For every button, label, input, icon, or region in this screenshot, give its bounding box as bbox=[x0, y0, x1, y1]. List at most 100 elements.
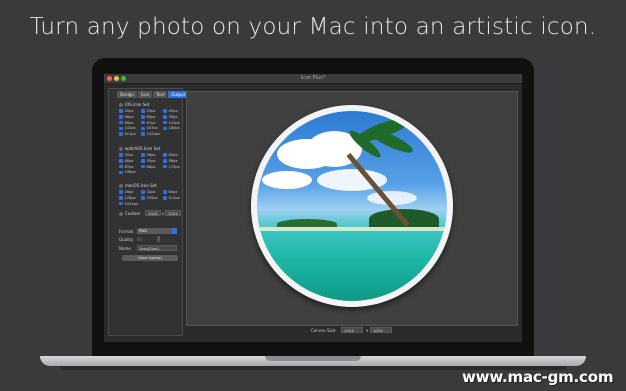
size-label: 120px bbox=[168, 120, 180, 125]
checkmark-icon bbox=[141, 159, 145, 163]
size-checkbox[interactable]: 87px bbox=[141, 121, 155, 125]
window-title: Icon Plus* bbox=[300, 75, 326, 81]
checkmark-icon bbox=[141, 115, 145, 119]
ios-group[interactable]: iOS Icon Set bbox=[119, 102, 149, 107]
custom-height-field[interactable]: 1024 bbox=[165, 210, 181, 216]
size-checkbox[interactable]: 196px bbox=[119, 170, 136, 174]
size-label: 256px bbox=[146, 195, 158, 200]
checkmark-icon bbox=[119, 109, 123, 113]
size-label: 16px bbox=[124, 190, 134, 194]
size-checkbox[interactable]: 512px bbox=[119, 132, 136, 136]
size-label: 87px bbox=[146, 120, 156, 125]
checkmark-icon bbox=[119, 196, 123, 200]
size-checkbox[interactable]: 20px bbox=[119, 109, 133, 113]
canvas-x-label: x bbox=[366, 328, 369, 333]
canvas-area[interactable] bbox=[186, 91, 518, 326]
canvas-size-label: Canvas Size: bbox=[311, 328, 337, 333]
format-label: Format bbox=[119, 229, 134, 234]
checkmark-icon bbox=[163, 190, 167, 194]
size-checkbox[interactable]: 58px bbox=[163, 159, 177, 163]
size-checkbox[interactable]: 180px bbox=[163, 126, 180, 130]
radio-icon bbox=[119, 103, 123, 107]
headline: Turn any photo on your Mac into an artis… bbox=[29, 14, 597, 40]
size-checkbox[interactable]: 512px bbox=[163, 196, 180, 200]
size-checkbox[interactable]: 128px bbox=[119, 196, 136, 200]
size-label: 180px bbox=[168, 126, 180, 131]
size-checkbox[interactable]: 80px bbox=[119, 121, 133, 125]
size-label: 32px bbox=[124, 153, 134, 157]
size-checkbox[interactable]: 55px bbox=[141, 159, 155, 163]
checkmark-icon bbox=[141, 196, 145, 200]
size-label: 60px bbox=[146, 114, 156, 119]
size-checkbox[interactable]: 1024px bbox=[141, 132, 160, 136]
size-checkbox[interactable]: 76px bbox=[163, 115, 177, 119]
size-checkbox[interactable]: 36px bbox=[141, 153, 155, 157]
quality-stepper[interactable] bbox=[157, 236, 160, 242]
size-checkbox[interactable]: 167px bbox=[141, 126, 158, 130]
size-checkbox[interactable]: 32px bbox=[141, 190, 155, 194]
checkmark-icon bbox=[119, 201, 123, 206]
canvas-height-field[interactable]: 1024 bbox=[370, 327, 392, 333]
save-icons-button[interactable]: Save Icon(s) bbox=[122, 255, 178, 261]
size-checkbox[interactable]: 87px bbox=[119, 165, 133, 169]
size-label: 76px bbox=[168, 114, 178, 119]
checkmark-icon bbox=[119, 190, 123, 194]
size-checkbox[interactable]: 256px bbox=[141, 196, 158, 200]
size-checkbox[interactable]: 16px bbox=[119, 190, 133, 194]
size-label: 29px bbox=[146, 109, 156, 113]
size-checkbox[interactable]: 88px bbox=[141, 165, 155, 169]
checkmark-icon bbox=[119, 115, 123, 119]
checkmark-icon bbox=[163, 126, 167, 131]
tab-design[interactable]: Design bbox=[117, 91, 138, 98]
checkmark-icon bbox=[119, 164, 123, 169]
size-checkbox[interactable]: 32px bbox=[119, 153, 133, 157]
size-checkbox[interactable]: 152px bbox=[119, 126, 136, 130]
checkmark-icon bbox=[119, 132, 123, 136]
size-label: 58px bbox=[124, 114, 134, 119]
checkmark-icon bbox=[163, 164, 167, 169]
size-checkbox[interactable]: 58px bbox=[119, 115, 133, 119]
app-window: Icon Plus* Design Icon Text Output iOS I… bbox=[104, 74, 522, 342]
radio-icon bbox=[119, 212, 123, 216]
size-label: 87px bbox=[124, 164, 134, 169]
size-label: 64px bbox=[168, 190, 178, 194]
chevron-down-icon bbox=[172, 228, 177, 234]
checkmark-icon bbox=[119, 153, 123, 157]
tab-text[interactable]: Text bbox=[153, 91, 169, 98]
custom-option[interactable]: Custom bbox=[119, 211, 140, 216]
tab-bar: Design Icon Text Output bbox=[117, 91, 190, 98]
size-checkbox[interactable]: 60px bbox=[141, 115, 155, 119]
size-label: 1024px bbox=[146, 132, 161, 137]
size-label: 48px bbox=[124, 158, 134, 163]
title-bar: Icon Plus* bbox=[104, 74, 522, 84]
watch-group[interactable]: watchOS Icon Set bbox=[119, 146, 160, 151]
canvas-width-field[interactable]: 1024 bbox=[341, 327, 363, 333]
size-label: 55px bbox=[146, 158, 156, 163]
format-select[interactable]: PNG bbox=[137, 228, 177, 234]
size-label: 32px bbox=[146, 190, 156, 194]
size-label: 40px bbox=[168, 153, 178, 157]
tab-icon[interactable]: Icon bbox=[137, 91, 154, 98]
mac-group[interactable]: macOS Icon Set bbox=[119, 183, 157, 188]
checkmark-icon bbox=[163, 159, 167, 163]
size-checkbox[interactable]: 120px bbox=[163, 121, 180, 125]
checkmark-icon bbox=[163, 153, 167, 157]
checkmark-icon bbox=[141, 109, 145, 113]
checkmark-icon bbox=[141, 126, 145, 131]
size-checkbox[interactable]: 172px bbox=[163, 165, 180, 169]
size-checkbox[interactable]: 40px bbox=[163, 153, 177, 157]
size-checkbox[interactable]: 48px bbox=[119, 159, 133, 163]
size-checkbox[interactable]: 1024px bbox=[119, 202, 138, 206]
custom-width-field[interactable]: 1024 bbox=[145, 210, 161, 216]
checkmark-icon bbox=[141, 190, 145, 194]
size-checkbox[interactable]: 64px bbox=[163, 190, 177, 194]
name-field[interactable]: Icon[Size] bbox=[137, 245, 177, 251]
size-checkbox[interactable]: 29px bbox=[141, 109, 155, 113]
quality-value: 80 bbox=[137, 237, 143, 242]
size-label: 172px bbox=[168, 164, 180, 169]
laptop-notch bbox=[265, 356, 361, 361]
checkmark-icon bbox=[141, 164, 145, 169]
radio-icon bbox=[119, 147, 123, 151]
size-checkbox[interactable]: 40px bbox=[163, 109, 177, 113]
checkmark-icon bbox=[141, 132, 145, 136]
